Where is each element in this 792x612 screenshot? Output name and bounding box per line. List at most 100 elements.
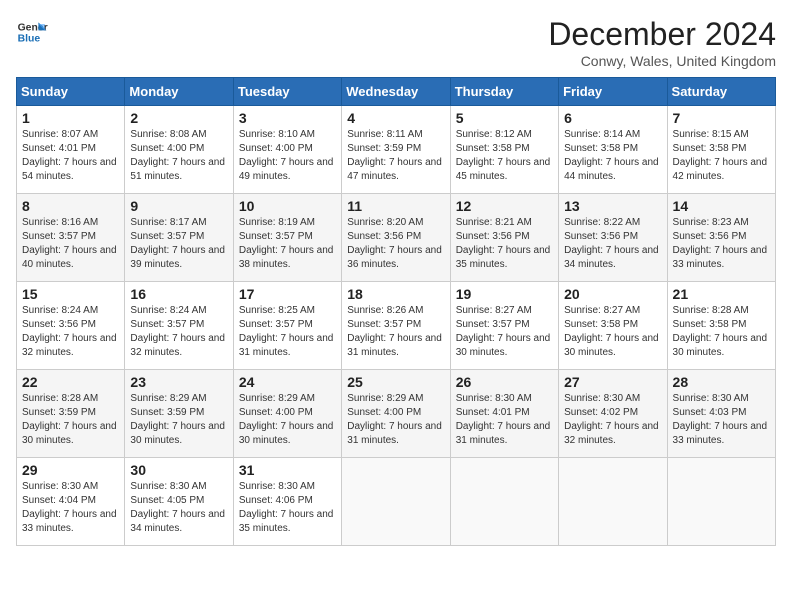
- cell-info: Sunrise: 8:07 AMSunset: 4:01 PMDaylight:…: [22, 129, 117, 182]
- svg-text:Blue: Blue: [18, 34, 41, 45]
- cell-info: Sunrise: 8:29 AMSunset: 4:00 PMDaylight:…: [239, 393, 334, 446]
- cell-info: Sunrise: 8:27 AMSunset: 3:58 PMDaylight:…: [564, 305, 659, 358]
- cell-info: Sunrise: 8:21 AMSunset: 3:56 PMDaylight:…: [456, 217, 551, 270]
- header-row: SundayMondayTuesdayWednesdayThursdayFrid…: [17, 78, 776, 106]
- logo-icon: General Blue: [16, 16, 48, 48]
- calendar-cell: 5 Sunrise: 8:12 AMSunset: 3:58 PMDaylight…: [450, 106, 558, 194]
- day-number: 26: [456, 374, 553, 390]
- cell-info: Sunrise: 8:11 AMSunset: 3:59 PMDaylight:…: [347, 129, 442, 182]
- header-day-saturday: Saturday: [667, 78, 775, 106]
- calendar-cell: 12 Sunrise: 8:21 AMSunset: 3:56 PMDayligh…: [450, 194, 558, 282]
- cell-info: Sunrise: 8:30 AMSunset: 4:04 PMDaylight:…: [22, 481, 117, 534]
- cell-info: Sunrise: 8:27 AMSunset: 3:57 PMDaylight:…: [456, 305, 551, 358]
- day-number: 24: [239, 374, 336, 390]
- cell-info: Sunrise: 8:08 AMSunset: 4:00 PMDaylight:…: [130, 129, 225, 182]
- cell-info: Sunrise: 8:29 AMSunset: 3:59 PMDaylight:…: [130, 393, 225, 446]
- day-number: 11: [347, 198, 444, 214]
- header-day-tuesday: Tuesday: [233, 78, 341, 106]
- location-subtitle: Conwy, Wales, United Kingdom: [548, 53, 776, 69]
- cell-info: Sunrise: 8:17 AMSunset: 3:57 PMDaylight:…: [130, 217, 225, 270]
- calendar-cell: 17Sunrise: 8:25 AMSunset: 3:57 PMDayligh…: [233, 282, 341, 370]
- cell-info: Sunrise: 8:26 AMSunset: 3:57 PMDaylight:…: [347, 305, 442, 358]
- cell-info: Sunrise: 8:10 AMSunset: 4:00 PMDaylight:…: [239, 129, 334, 182]
- day-number: 13: [564, 198, 661, 214]
- day-number: 2: [130, 110, 227, 126]
- calendar-cell: 8 Sunrise: 8:16 AMSunset: 3:57 PMDaylight…: [17, 194, 125, 282]
- calendar-cell: 25Sunrise: 8:29 AMSunset: 4:00 PMDayligh…: [342, 370, 450, 458]
- calendar-cell: 2 Sunrise: 8:08 AMSunset: 4:00 PMDaylight…: [125, 106, 233, 194]
- cell-info: Sunrise: 8:30 AMSunset: 4:01 PMDaylight:…: [456, 393, 551, 446]
- calendar-cell: 13 Sunrise: 8:22 AMSunset: 3:56 PMDayligh…: [559, 194, 667, 282]
- week-row-5: 29Sunrise: 8:30 AMSunset: 4:04 PMDayligh…: [17, 458, 776, 546]
- calendar-cell: 23Sunrise: 8:29 AMSunset: 3:59 PMDayligh…: [125, 370, 233, 458]
- calendar-cell: 29Sunrise: 8:30 AMSunset: 4:04 PMDayligh…: [17, 458, 125, 546]
- day-number: 6: [564, 110, 661, 126]
- cell-info: Sunrise: 8:30 AMSunset: 4:03 PMDaylight:…: [673, 393, 768, 446]
- day-number: 8: [22, 198, 119, 214]
- cell-info: Sunrise: 8:30 AMSunset: 4:02 PMDaylight:…: [564, 393, 659, 446]
- cell-info: Sunrise: 8:30 AMSunset: 4:06 PMDaylight:…: [239, 481, 334, 534]
- calendar-cell: 14 Sunrise: 8:23 AMSunset: 3:56 PMDayligh…: [667, 194, 775, 282]
- calendar-cell: [450, 458, 558, 546]
- day-number: 14: [673, 198, 770, 214]
- cell-info: Sunrise: 8:15 AMSunset: 3:58 PMDaylight:…: [673, 129, 768, 182]
- calendar-cell: 10 Sunrise: 8:19 AMSunset: 3:57 PMDayligh…: [233, 194, 341, 282]
- header-day-thursday: Thursday: [450, 78, 558, 106]
- calendar-table: SundayMondayTuesdayWednesdayThursdayFrid…: [16, 77, 776, 546]
- week-row-2: 8 Sunrise: 8:16 AMSunset: 3:57 PMDaylight…: [17, 194, 776, 282]
- calendar-cell: 16Sunrise: 8:24 AMSunset: 3:57 PMDayligh…: [125, 282, 233, 370]
- calendar-cell: 18 Sunrise: 8:26 AMSunset: 3:57 PMDayligh…: [342, 282, 450, 370]
- header-day-monday: Monday: [125, 78, 233, 106]
- calendar-cell: 15Sunrise: 8:24 AMSunset: 3:56 PMDayligh…: [17, 282, 125, 370]
- day-number: 28: [673, 374, 770, 390]
- cell-info: Sunrise: 8:16 AMSunset: 3:57 PMDaylight:…: [22, 217, 117, 270]
- calendar-cell: 7 Sunrise: 8:15 AMSunset: 3:58 PMDaylight…: [667, 106, 775, 194]
- day-number: 7: [673, 110, 770, 126]
- calendar-cell: 21 Sunrise: 8:28 AMSunset: 3:58 PMDayligh…: [667, 282, 775, 370]
- cell-info: Sunrise: 8:19 AMSunset: 3:57 PMDaylight:…: [239, 217, 334, 270]
- calendar-cell: 24 Sunrise: 8:29 AMSunset: 4:00 PMDayligh…: [233, 370, 341, 458]
- day-number: 10: [239, 198, 336, 214]
- day-number: 25: [347, 374, 444, 390]
- calendar-cell: 30 Sunrise: 8:30 AMSunset: 4:05 PMDayligh…: [125, 458, 233, 546]
- day-number: 5: [456, 110, 553, 126]
- calendar-cell: 3Sunrise: 8:10 AMSunset: 4:00 PMDaylight…: [233, 106, 341, 194]
- calendar-cell: 11 Sunrise: 8:20 AMSunset: 3:56 PMDayligh…: [342, 194, 450, 282]
- cell-info: Sunrise: 8:22 AMSunset: 3:56 PMDaylight:…: [564, 217, 659, 270]
- day-number: 30: [130, 462, 227, 478]
- cell-info: Sunrise: 8:28 AMSunset: 3:59 PMDaylight:…: [22, 393, 117, 446]
- calendar-cell: [342, 458, 450, 546]
- day-number: 9: [130, 198, 227, 214]
- week-row-3: 15Sunrise: 8:24 AMSunset: 3:56 PMDayligh…: [17, 282, 776, 370]
- calendar-body: 1Sunrise: 8:07 AMSunset: 4:01 PMDaylight…: [17, 106, 776, 546]
- week-row-1: 1Sunrise: 8:07 AMSunset: 4:01 PMDaylight…: [17, 106, 776, 194]
- calendar-cell: 19 Sunrise: 8:27 AMSunset: 3:57 PMDayligh…: [450, 282, 558, 370]
- cell-info: Sunrise: 8:12 AMSunset: 3:58 PMDaylight:…: [456, 129, 551, 182]
- month-title: December 2024: [548, 16, 776, 53]
- calendar-header: SundayMondayTuesdayWednesdayThursdayFrid…: [17, 78, 776, 106]
- calendar-cell: 20Sunrise: 8:27 AMSunset: 3:58 PMDayligh…: [559, 282, 667, 370]
- cell-info: Sunrise: 8:14 AMSunset: 3:58 PMDaylight:…: [564, 129, 659, 182]
- calendar-cell: 4 Sunrise: 8:11 AMSunset: 3:59 PMDaylight…: [342, 106, 450, 194]
- day-number: 15: [22, 286, 119, 302]
- calendar-cell: 27Sunrise: 8:30 AMSunset: 4:02 PMDayligh…: [559, 370, 667, 458]
- calendar-cell: 22 Sunrise: 8:28 AMSunset: 3:59 PMDayligh…: [17, 370, 125, 458]
- calendar-cell: 31 Sunrise: 8:30 AMSunset: 4:06 PMDayligh…: [233, 458, 341, 546]
- day-number: 12: [456, 198, 553, 214]
- day-number: 22: [22, 374, 119, 390]
- calendar-cell: 6 Sunrise: 8:14 AMSunset: 3:58 PMDaylight…: [559, 106, 667, 194]
- day-number: 31: [239, 462, 336, 478]
- calendar-cell: [667, 458, 775, 546]
- cell-info: Sunrise: 8:23 AMSunset: 3:56 PMDaylight:…: [673, 217, 768, 270]
- cell-info: Sunrise: 8:30 AMSunset: 4:05 PMDaylight:…: [130, 481, 225, 534]
- cell-info: Sunrise: 8:28 AMSunset: 3:58 PMDaylight:…: [673, 305, 768, 358]
- cell-info: Sunrise: 8:20 AMSunset: 3:56 PMDaylight:…: [347, 217, 442, 270]
- week-row-4: 22 Sunrise: 8:28 AMSunset: 3:59 PMDayligh…: [17, 370, 776, 458]
- day-number: 18: [347, 286, 444, 302]
- day-number: 19: [456, 286, 553, 302]
- day-number: 21: [673, 286, 770, 302]
- day-number: 17: [239, 286, 336, 302]
- calendar-cell: 26 Sunrise: 8:30 AMSunset: 4:01 PMDayligh…: [450, 370, 558, 458]
- day-number: 4: [347, 110, 444, 126]
- page-header: General Blue December 2024 Conwy, Wales,…: [16, 16, 776, 69]
